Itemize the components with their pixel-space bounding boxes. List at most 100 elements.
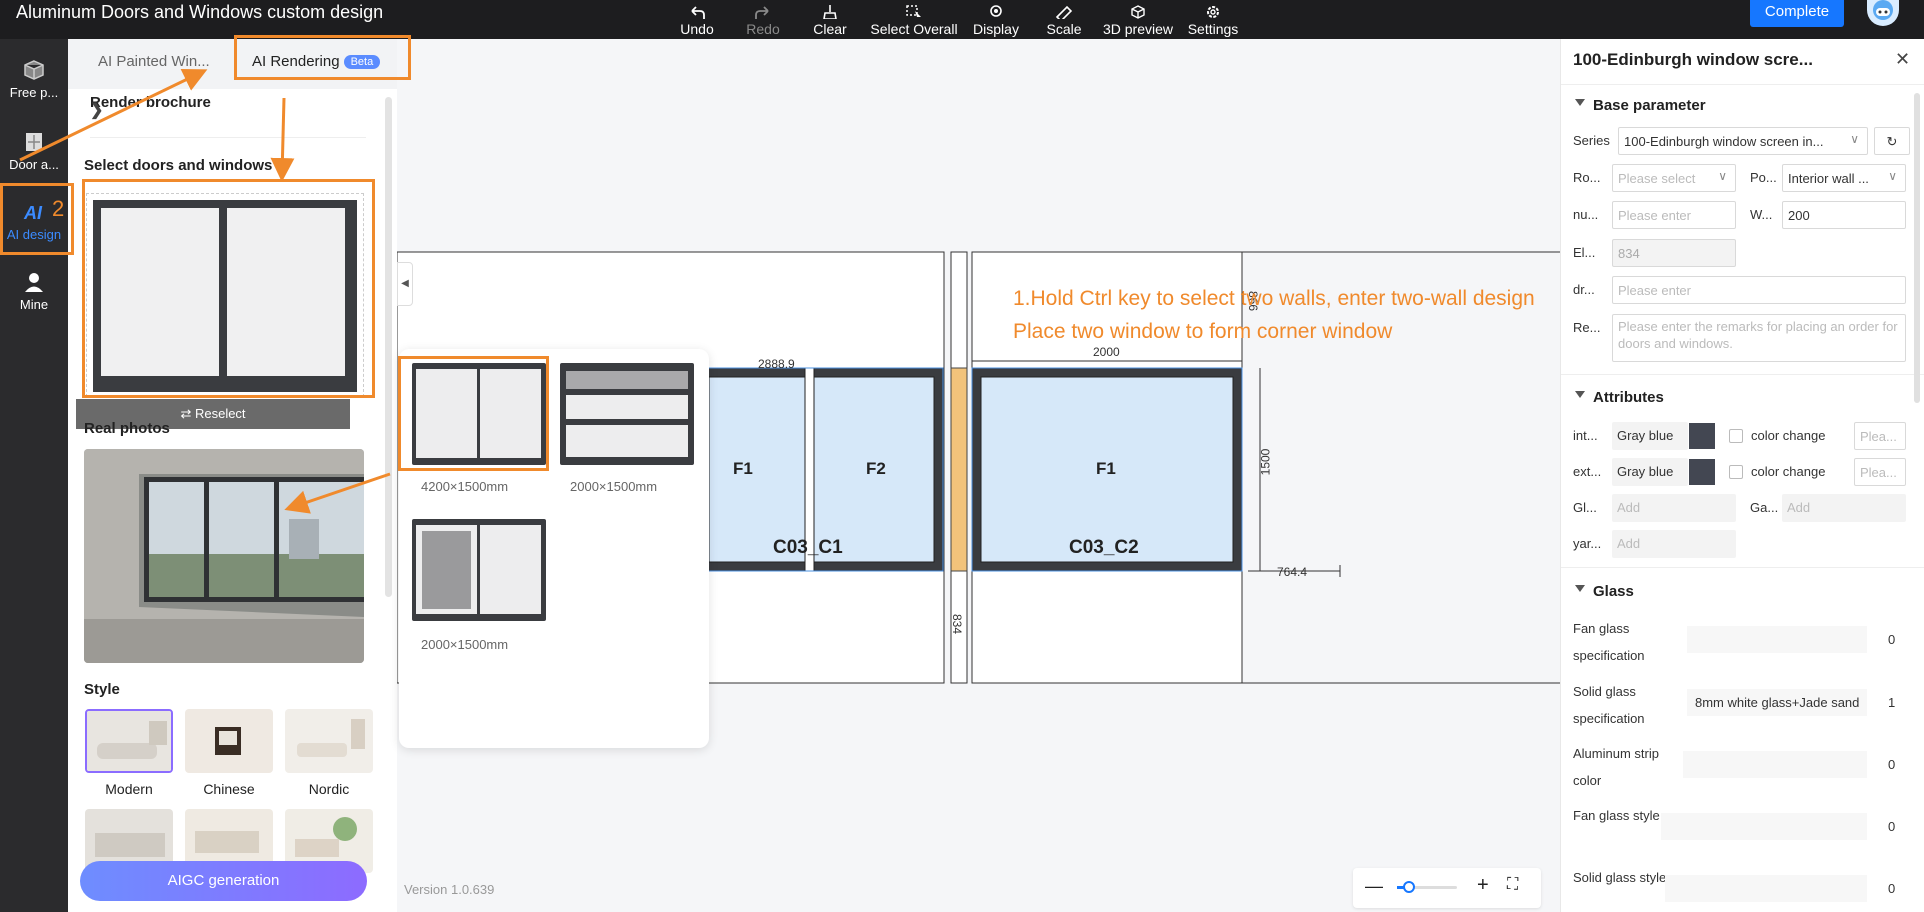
settings-button[interactable]: Settings: [1188, 0, 1238, 39]
template-pane: [566, 395, 688, 419]
window-label-f2: F2: [866, 459, 886, 478]
zoom-slider-handle[interactable]: [1403, 881, 1415, 893]
style-modern-thumb[interactable]: [85, 709, 173, 773]
chevron-down-icon: ∨: [1850, 132, 1859, 146]
template-2000x1500-a[interactable]: [560, 363, 694, 465]
int-color-value[interactable]: Gray blue: [1612, 422, 1688, 450]
fan-glass-spec-count: 0: [1888, 632, 1896, 647]
swap-icon: ⇄: [180, 406, 192, 421]
el-label: El...: [1573, 245, 1596, 260]
style-nordic-thumb[interactable]: [285, 709, 373, 773]
po-select[interactable]: Interior wall ... ∨: [1782, 164, 1906, 192]
fan-glass-style-value[interactable]: [1661, 813, 1867, 840]
aluminum-strip-color-value[interactable]: [1683, 751, 1867, 778]
aigc-generation-button[interactable]: AIGC generation: [80, 861, 367, 901]
dr-label: dr...: [1573, 282, 1595, 297]
template-pane: [566, 425, 688, 457]
room-photo: [84, 449, 364, 663]
template-pane: [566, 371, 688, 389]
yar-add[interactable]: Add: [1612, 530, 1736, 558]
modern-room-image: [87, 711, 171, 771]
annotation-step1-line2: Place two window to form corner window: [1013, 320, 1393, 343]
dimension-top-left: 2888.9: [758, 357, 795, 371]
select-overall-button[interactable]: Select Overall: [870, 0, 958, 39]
nu-label: nu...: [1573, 207, 1599, 222]
window-label-f1-left: F1: [733, 459, 753, 478]
refresh-button[interactable]: ↻: [1874, 127, 1910, 155]
glass-header[interactable]: Glass: [1575, 583, 1634, 600]
real-photo-image[interactable]: [84, 449, 364, 663]
solid-glass-spec-count: 1: [1888, 695, 1896, 710]
avatar[interactable]: [1867, 0, 1899, 26]
app-title: Aluminum Doors and Windows custom design: [16, 2, 384, 22]
ext-label: ext...: [1573, 464, 1602, 479]
render-brochure-link[interactable]: Render brochure ❯: [90, 94, 366, 138]
gear-icon: [1207, 6, 1219, 18]
select-doors-windows-title: Select doors and windows: [84, 157, 273, 174]
remarks-textarea[interactable]: Please enter the remarks for placing an …: [1612, 314, 1906, 362]
fan-glass-spec-value[interactable]: [1687, 626, 1867, 653]
style-label-modern: Modern: [105, 781, 153, 797]
template-size-3: 2000×1500mm: [421, 637, 509, 652]
close-icon[interactable]: ✕: [1895, 49, 1910, 70]
w-input[interactable]: 200: [1782, 201, 1906, 229]
refresh-icon: ↻: [1886, 134, 1898, 149]
aluminum-strip-color-count: 0: [1888, 757, 1896, 772]
window-code-c1: C03_C1: [773, 537, 843, 558]
fan-glass-style-count: 0: [1888, 819, 1896, 834]
int-color-change-input[interactable]: Plea...: [1854, 422, 1906, 450]
3d-preview-button[interactable]: 3D preview: [1102, 0, 1174, 39]
dr-input[interactable]: Please enter: [1612, 276, 1906, 304]
ro-select[interactable]: Please select ∨: [1612, 164, 1736, 192]
undo-button[interactable]: Undo: [680, 0, 714, 39]
collapse-panel-button[interactable]: ◀: [397, 262, 413, 306]
attributes-header[interactable]: Attributes: [1575, 389, 1664, 406]
style-chinese-thumb[interactable]: [185, 709, 273, 773]
int-color-change-checkbox[interactable]: [1729, 429, 1743, 443]
int-color-change-label: color change: [1751, 428, 1826, 443]
template-pane: [422, 531, 471, 609]
dimension-height: 1500: [1258, 448, 1273, 476]
ga-label: Ga...: [1750, 500, 1779, 515]
zoom-controls: — + ⛶: [1353, 868, 1541, 908]
clear-button[interactable]: Clear: [812, 0, 848, 39]
divider: [1561, 567, 1924, 568]
complete-button[interactable]: Complete: [1750, 0, 1844, 27]
box-icon: [24, 59, 44, 80]
fan-glass-spec-label: Fan glass specification: [1573, 621, 1645, 663]
display-button[interactable]: Display: [972, 0, 1020, 39]
ext-color-swatch[interactable]: [1689, 459, 1715, 485]
solid-glass-style-value[interactable]: [1665, 875, 1867, 902]
select-cursor-icon: [906, 5, 921, 17]
template-2000x1500-b[interactable]: [412, 519, 546, 621]
fit-screen-icon[interactable]: ⛶: [1507, 876, 1518, 894]
dimension-right: 764.4: [1277, 565, 1308, 579]
ai-rendering-panel: AI Painted Win... AI Rendering Beta Rende…: [68, 39, 397, 912]
nav-item-mine[interactable]: Mine: [0, 261, 68, 321]
annotation-box-ai-rendering-tab: [234, 35, 411, 80]
zoom-slider[interactable]: [1397, 881, 1457, 893]
base-parameter-header[interactable]: Base parameter: [1575, 97, 1706, 114]
series-select[interactable]: 100-Edinburgh window screen in... ∨: [1618, 127, 1868, 155]
nav-item-free-place[interactable]: Free p...: [0, 49, 68, 109]
ext-color-change-label: color change: [1751, 464, 1826, 479]
divider: [1561, 84, 1924, 85]
ext-color-change-input[interactable]: Plea...: [1854, 458, 1906, 486]
tab-ai-painted-windows[interactable]: AI Painted Win...: [98, 53, 210, 70]
ga-add[interactable]: Add: [1782, 494, 1906, 522]
ext-color-change-checkbox[interactable]: [1729, 465, 1743, 479]
properties-scrollbar[interactable]: [1914, 93, 1920, 403]
int-color-swatch[interactable]: [1689, 423, 1715, 449]
zoom-in-icon[interactable]: +: [1477, 874, 1489, 897]
scale-button[interactable]: Scale: [1044, 0, 1084, 39]
nav-item-door[interactable]: Door a...: [0, 121, 68, 181]
nu-input[interactable]: Please enter: [1612, 201, 1736, 229]
zoom-out-icon[interactable]: —: [1365, 876, 1383, 897]
real-photos-title: Real photos: [84, 420, 170, 437]
panel-scrollbar[interactable]: [385, 97, 392, 597]
redo-button[interactable]: Redo: [746, 0, 780, 39]
gl-add[interactable]: Add: [1612, 494, 1736, 522]
ext-color-value[interactable]: Gray blue: [1612, 458, 1688, 486]
solid-glass-spec-value[interactable]: 8mm white glass+Jade sand: [1687, 689, 1867, 716]
robot-avatar-icon: [1873, 0, 1893, 20]
